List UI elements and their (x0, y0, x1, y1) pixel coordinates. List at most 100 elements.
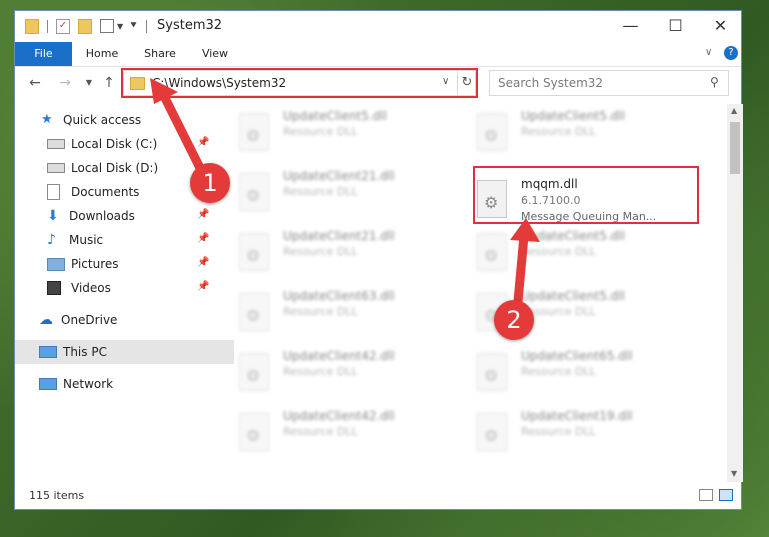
cloud-icon: ☁ (39, 312, 53, 328)
properties-icon[interactable]: ✓ (56, 18, 70, 34)
dll-file-icon (477, 233, 507, 271)
dll-file-icon (239, 293, 269, 331)
computer-icon (39, 346, 57, 358)
sidebar-item-pictures[interactable]: Pictures 📌 (15, 252, 242, 276)
scrollbar-thumb[interactable] (730, 122, 740, 174)
list-item[interactable]: UpdateClient19.dll Resource DLL (477, 407, 687, 457)
download-icon: ⬇ (47, 208, 59, 224)
window-title: System32 (157, 18, 223, 33)
ribbon: File Home Share View ∨ ? (15, 42, 741, 67)
list-item[interactable]: UpdateClient21.dll Resource DLL (239, 227, 449, 277)
dll-file-icon (477, 413, 507, 451)
sidebar-item-network[interactable]: Network (15, 372, 234, 396)
list-item[interactable]: UpdateClient21.dll Resource DLL (239, 167, 449, 217)
dll-file-icon (239, 233, 269, 271)
search-icon[interactable]: ⚲ (710, 75, 719, 89)
sidebar-item-local-disk-c[interactable]: Local Disk (C:) 📌 (15, 132, 242, 156)
chevron-down-icon[interactable]: ▼ (117, 22, 123, 31)
file-name: UpdateClient42.dll (283, 349, 395, 363)
sidebar-item-label: Documents (71, 185, 140, 199)
drive-icon (47, 163, 65, 173)
new-folder-icon[interactable] (78, 18, 92, 34)
file-name: UpdateClient5.dll (521, 109, 625, 123)
ribbon-expand-icon[interactable]: ∨ (705, 47, 712, 58)
qa-menu-icon[interactable]: ⯆ (129, 19, 138, 33)
back-button[interactable]: ← (25, 73, 45, 93)
file-type: Resource DLL (283, 305, 358, 318)
sidebar-item-music[interactable]: ♪ Music 📌 (15, 228, 242, 252)
tab-file[interactable]: File (15, 42, 72, 66)
sidebar-item-videos[interactable]: Videos 📌 (15, 276, 242, 300)
navigation-pane: ★ Quick access Local Disk (C:) 📌 Local D… (15, 104, 234, 482)
up-button[interactable]: ↑ (99, 73, 119, 93)
pin-icon[interactable]: 📌 (197, 281, 209, 292)
pin-icon[interactable]: 📌 (197, 233, 209, 244)
tab-view[interactable]: View (190, 42, 240, 66)
network-icon (39, 378, 57, 390)
sidebar-item-this-pc[interactable]: This PC (15, 340, 234, 364)
details-view-icon[interactable] (699, 489, 713, 501)
minimize-button[interactable]: — (608, 11, 653, 41)
sidebar-item-label: Local Disk (D:) (71, 161, 159, 175)
file-name: UpdateClient63.dll (283, 289, 395, 303)
pin-icon[interactable]: 📌 (197, 137, 209, 148)
file-type: Resource DLL (283, 125, 358, 138)
sidebar-item-label: Local Disk (C:) (71, 137, 158, 151)
videos-icon (47, 281, 61, 295)
sidebar-item-downloads[interactable]: ⬇ Downloads 📌 (15, 204, 242, 228)
sidebar-item-quick-access[interactable]: ★ Quick access (15, 108, 236, 132)
file-name: UpdateClient5.dll (521, 229, 625, 243)
list-item[interactable]: UpdateClient42.dll Resource DLL (239, 347, 449, 397)
pictures-icon (47, 257, 65, 271)
title-bar: ✓ ▼ ⯆ System32 — ☐ ✕ (15, 11, 741, 41)
list-item[interactable]: UpdateClient42.dll Resource DLL (239, 407, 449, 457)
separator (145, 19, 147, 33)
documents-icon (47, 184, 60, 200)
dll-file-icon (477, 113, 507, 151)
file-type: Resource DLL (521, 245, 596, 258)
file-name: UpdateClient42.dll (283, 409, 395, 423)
sidebar-item-label: OneDrive (61, 313, 118, 327)
sidebar-item-label: Pictures (71, 257, 119, 271)
forward-button[interactable]: → (55, 73, 75, 93)
file-name: UpdateClient65.dll (521, 349, 633, 363)
sidebar-item-onedrive[interactable]: ☁ OneDrive (15, 308, 234, 332)
file-name: UpdateClient19.dll (521, 409, 633, 423)
list-item[interactable]: UpdateClient65.dll Resource DLL (477, 347, 687, 397)
file-type: Resource DLL (521, 425, 596, 438)
list-item[interactable]: UpdateClient5.dll Resource DLL (239, 107, 449, 157)
address-highlight (121, 68, 478, 98)
customize-view-icon[interactable] (100, 19, 114, 33)
scroll-up-icon[interactable]: ▲ (731, 106, 737, 115)
list-item[interactable]: UpdateClient5.dll Resource DLL (477, 107, 687, 157)
dll-file-icon (239, 113, 269, 151)
file-type: Resource DLL (283, 245, 358, 258)
file-name: UpdateClient21.dll (283, 229, 395, 243)
list-item[interactable]: UpdateClient63.dll Resource DLL (239, 287, 449, 337)
close-button[interactable]: ✕ (698, 11, 743, 41)
scroll-down-icon[interactable]: ▼ (731, 469, 737, 478)
large-icons-view-icon[interactable] (719, 489, 733, 501)
dll-file-icon (239, 413, 269, 451)
selected-file-highlight (473, 166, 699, 224)
separator (47, 19, 48, 33)
file-explorer-window: ✓ ▼ ⯆ System32 — ☐ ✕ File Home Share Vie… (14, 10, 743, 510)
help-icon[interactable]: ? (724, 46, 738, 60)
file-type: Resource DLL (521, 365, 596, 378)
dll-file-icon (239, 353, 269, 391)
file-name: UpdateClient5.dll (521, 289, 625, 303)
folder-icon (25, 18, 39, 34)
tab-share[interactable]: Share (135, 42, 185, 66)
pin-icon[interactable]: 📌 (197, 209, 209, 220)
file-type: Resource DLL (283, 185, 358, 198)
vertical-scrollbar[interactable]: ▲ ▼ (727, 104, 743, 482)
search-box[interactable]: Search System32 ⚲ (489, 70, 729, 96)
maximize-button[interactable]: ☐ (653, 11, 698, 41)
tab-home[interactable]: Home (77, 42, 127, 66)
list-item[interactable]: UpdateClient5.dll Resource DLL (477, 227, 687, 277)
recent-locations-button[interactable]: ▼ (79, 73, 99, 93)
star-icon: ★ (41, 112, 53, 127)
search-input[interactable]: Search System32 (498, 76, 603, 90)
sidebar-item-label: Videos (71, 281, 111, 295)
pin-icon[interactable]: 📌 (197, 257, 209, 268)
